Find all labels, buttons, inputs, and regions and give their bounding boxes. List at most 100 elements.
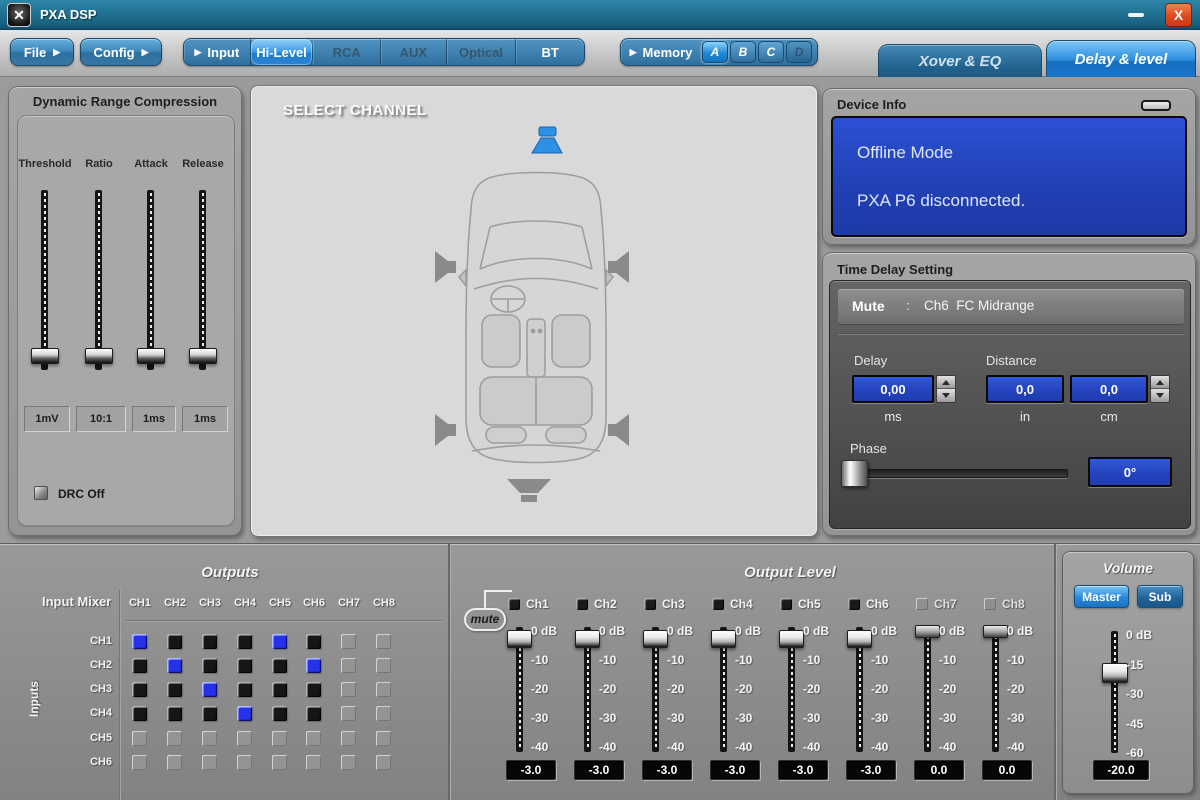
speaker-front-center-selected[interactable] xyxy=(531,126,563,154)
tab-bt[interactable]: BT xyxy=(516,39,584,65)
spinner-up-icon[interactable] xyxy=(1151,376,1169,389)
minimize-icon[interactable] xyxy=(1128,13,1144,17)
mixer-cell[interactable] xyxy=(132,634,147,649)
memory-slot-d[interactable]: D xyxy=(786,41,812,63)
mixer-cell[interactable] xyxy=(341,706,356,721)
sub-button[interactable]: Sub xyxy=(1137,585,1183,608)
mute-checkbox[interactable] xyxy=(848,598,860,610)
mixer-cell[interactable] xyxy=(272,682,287,697)
mixer-cell[interactable] xyxy=(376,731,391,746)
release-track[interactable] xyxy=(199,190,206,370)
distance-cm-field[interactable]: 0,0 xyxy=(1070,375,1148,403)
memory-slot-b[interactable]: B xyxy=(730,41,756,63)
mute-checkbox[interactable] xyxy=(916,598,928,610)
close-icon[interactable]: X xyxy=(1165,3,1192,27)
mixer-cell[interactable] xyxy=(132,731,147,746)
mixer-cell[interactable] xyxy=(202,658,217,673)
fader-thumb[interactable] xyxy=(847,630,872,648)
threshold-thumb[interactable] xyxy=(31,348,59,364)
tab-hi-level[interactable]: Hi-Level xyxy=(250,39,314,65)
mixer-cell[interactable] xyxy=(341,658,356,673)
config-button[interactable]: Config ▶ xyxy=(80,38,162,66)
mixer-cell[interactable] xyxy=(376,706,391,721)
mixer-cell[interactable] xyxy=(272,706,287,721)
input-menu-button[interactable]: ▶ Input xyxy=(184,39,251,65)
mixer-cell[interactable] xyxy=(341,682,356,697)
fader-thumb[interactable] xyxy=(779,630,804,648)
mixer-cell[interactable] xyxy=(237,634,252,649)
tab-rca[interactable]: RCA xyxy=(313,39,382,65)
fader-thumb[interactable] xyxy=(711,630,736,648)
mixer-cell[interactable] xyxy=(167,682,182,697)
mixer-cell[interactable] xyxy=(237,755,252,770)
fader-thumb[interactable] xyxy=(915,625,940,638)
mixer-cell[interactable] xyxy=(306,658,321,673)
fader-thumb[interactable] xyxy=(983,625,1008,638)
distance-in-field[interactable]: 0,0 xyxy=(986,375,1064,403)
mixer-cell[interactable] xyxy=(167,755,182,770)
mixer-cell[interactable] xyxy=(306,706,321,721)
mute-checkbox[interactable] xyxy=(984,598,996,610)
ratio-thumb[interactable] xyxy=(85,348,113,364)
mixer-cell[interactable] xyxy=(237,706,252,721)
mixer-cell[interactable] xyxy=(132,706,147,721)
threshold-track[interactable] xyxy=(41,190,48,370)
mixer-cell[interactable] xyxy=(237,682,252,697)
mixer-cell[interactable] xyxy=(376,658,391,673)
speaker-front-right[interactable] xyxy=(607,251,629,283)
mute-checkbox[interactable] xyxy=(644,598,656,610)
fader-track[interactable] xyxy=(924,627,931,752)
file-button[interactable]: File ▶ xyxy=(10,38,74,66)
mixer-cell[interactable] xyxy=(376,755,391,770)
mute-checkbox[interactable] xyxy=(576,598,588,610)
mixer-cell[interactable] xyxy=(202,706,217,721)
attack-track[interactable] xyxy=(147,190,154,370)
ratio-track[interactable] xyxy=(95,190,102,370)
memory-menu-button[interactable]: ▶ Memory xyxy=(621,39,701,65)
mixer-cell[interactable] xyxy=(202,731,217,746)
tab-xover-eq[interactable]: Xover & EQ xyxy=(878,44,1042,77)
tab-delay-level[interactable]: Delay & level xyxy=(1046,40,1196,77)
mixer-cell[interactable] xyxy=(272,634,287,649)
mixer-cell[interactable] xyxy=(167,731,182,746)
release-thumb[interactable] xyxy=(189,348,217,364)
mixer-cell[interactable] xyxy=(341,731,356,746)
mixer-cell[interactable] xyxy=(306,755,321,770)
spinner-up-icon[interactable] xyxy=(937,376,955,389)
memory-slot-a[interactable]: A xyxy=(702,41,728,63)
mixer-cell[interactable] xyxy=(167,706,182,721)
fader-thumb[interactable] xyxy=(575,630,600,648)
fader-thumb[interactable] xyxy=(643,630,668,648)
mixer-cell[interactable] xyxy=(306,634,321,649)
master-button[interactable]: Master xyxy=(1074,585,1129,608)
mute-checkbox[interactable] xyxy=(508,598,520,610)
tab-optical[interactable]: Optical xyxy=(447,39,517,65)
mute-checkbox[interactable] xyxy=(712,598,724,610)
delay-field[interactable]: 0,00 xyxy=(852,375,934,403)
phase-value[interactable]: 0° xyxy=(1088,457,1172,487)
mixer-cell[interactable] xyxy=(167,634,182,649)
mixer-cell[interactable] xyxy=(132,682,147,697)
mixer-cell[interactable] xyxy=(167,658,182,673)
mixer-cell[interactable] xyxy=(272,731,287,746)
phase-slider-thumb[interactable] xyxy=(841,460,868,487)
spinner-down-icon[interactable] xyxy=(1151,389,1169,402)
tab-aux[interactable]: AUX xyxy=(381,39,447,65)
mixer-cell[interactable] xyxy=(272,658,287,673)
spinner-down-icon[interactable] xyxy=(937,389,955,402)
mixer-cell[interactable] xyxy=(132,755,147,770)
mixer-cell[interactable] xyxy=(202,755,217,770)
speaker-rear-left[interactable] xyxy=(435,414,457,446)
speaker-rear-right[interactable] xyxy=(607,414,629,446)
mixer-cell[interactable] xyxy=(237,658,252,673)
speaker-front-left[interactable] xyxy=(435,251,457,283)
mixer-cell[interactable] xyxy=(132,658,147,673)
speaker-subwoofer[interactable] xyxy=(507,479,551,504)
mixer-cell[interactable] xyxy=(202,634,217,649)
mixer-cell[interactable] xyxy=(237,731,252,746)
mixer-cell[interactable] xyxy=(306,731,321,746)
mixer-cell[interactable] xyxy=(202,682,217,697)
mixer-cell[interactable] xyxy=(341,634,356,649)
volume-fader-thumb[interactable] xyxy=(1102,663,1128,683)
memory-slot-c[interactable]: C xyxy=(758,41,784,63)
